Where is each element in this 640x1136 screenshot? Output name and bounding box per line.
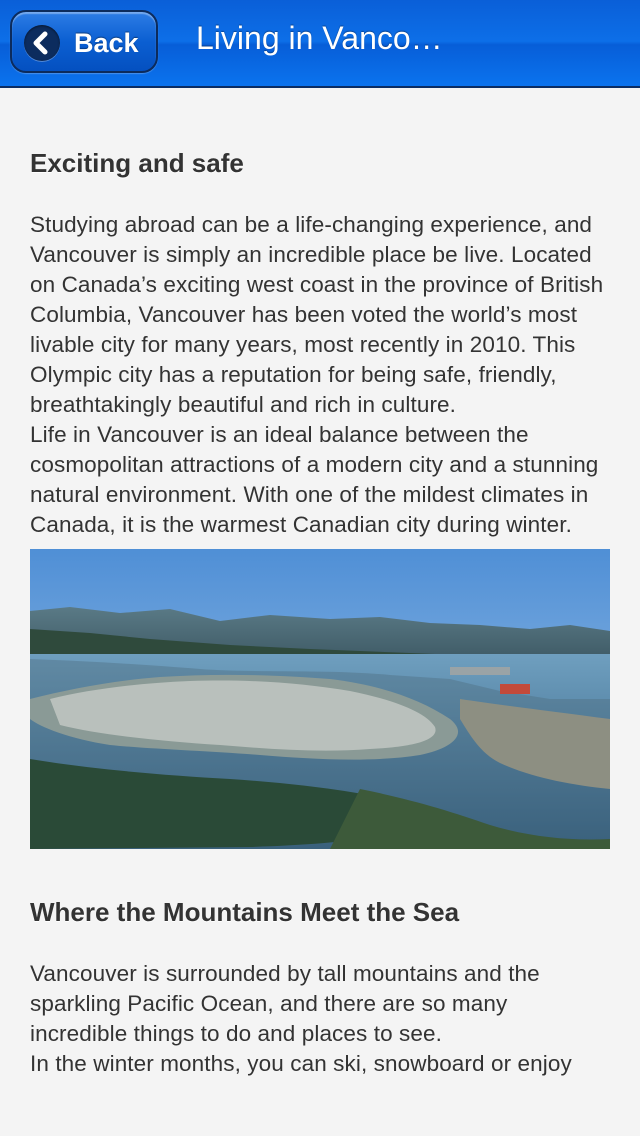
paragraph: In the winter months, you can ski, snowb…: [30, 1051, 572, 1076]
paragraph: Studying abroad can be a life-changing e…: [30, 212, 604, 417]
section-heading-exciting-and-safe: Exciting and safe: [30, 148, 244, 178]
back-button-label: Back: [74, 28, 139, 58]
vancouver-aerial-illustration: [30, 549, 610, 849]
back-button[interactable]: Back: [10, 10, 158, 73]
vancouver-aerial-photo: [30, 549, 610, 849]
chevron-left-icon: [24, 25, 60, 61]
article-content: Exciting and safe Studying abroad can be…: [30, 88, 610, 1079]
section-heading-mountains-meet-sea: Where the Mountains Meet the Sea: [30, 897, 460, 927]
navigation-bar: Back Living in Vanco…: [0, 0, 640, 88]
paragraph: Vancouver is surrounded by tall mountain…: [30, 961, 540, 1046]
paragraph: Life in Vancouver is an ideal balance be…: [30, 422, 599, 537]
page-title: Living in Vanco…: [196, 20, 443, 56]
